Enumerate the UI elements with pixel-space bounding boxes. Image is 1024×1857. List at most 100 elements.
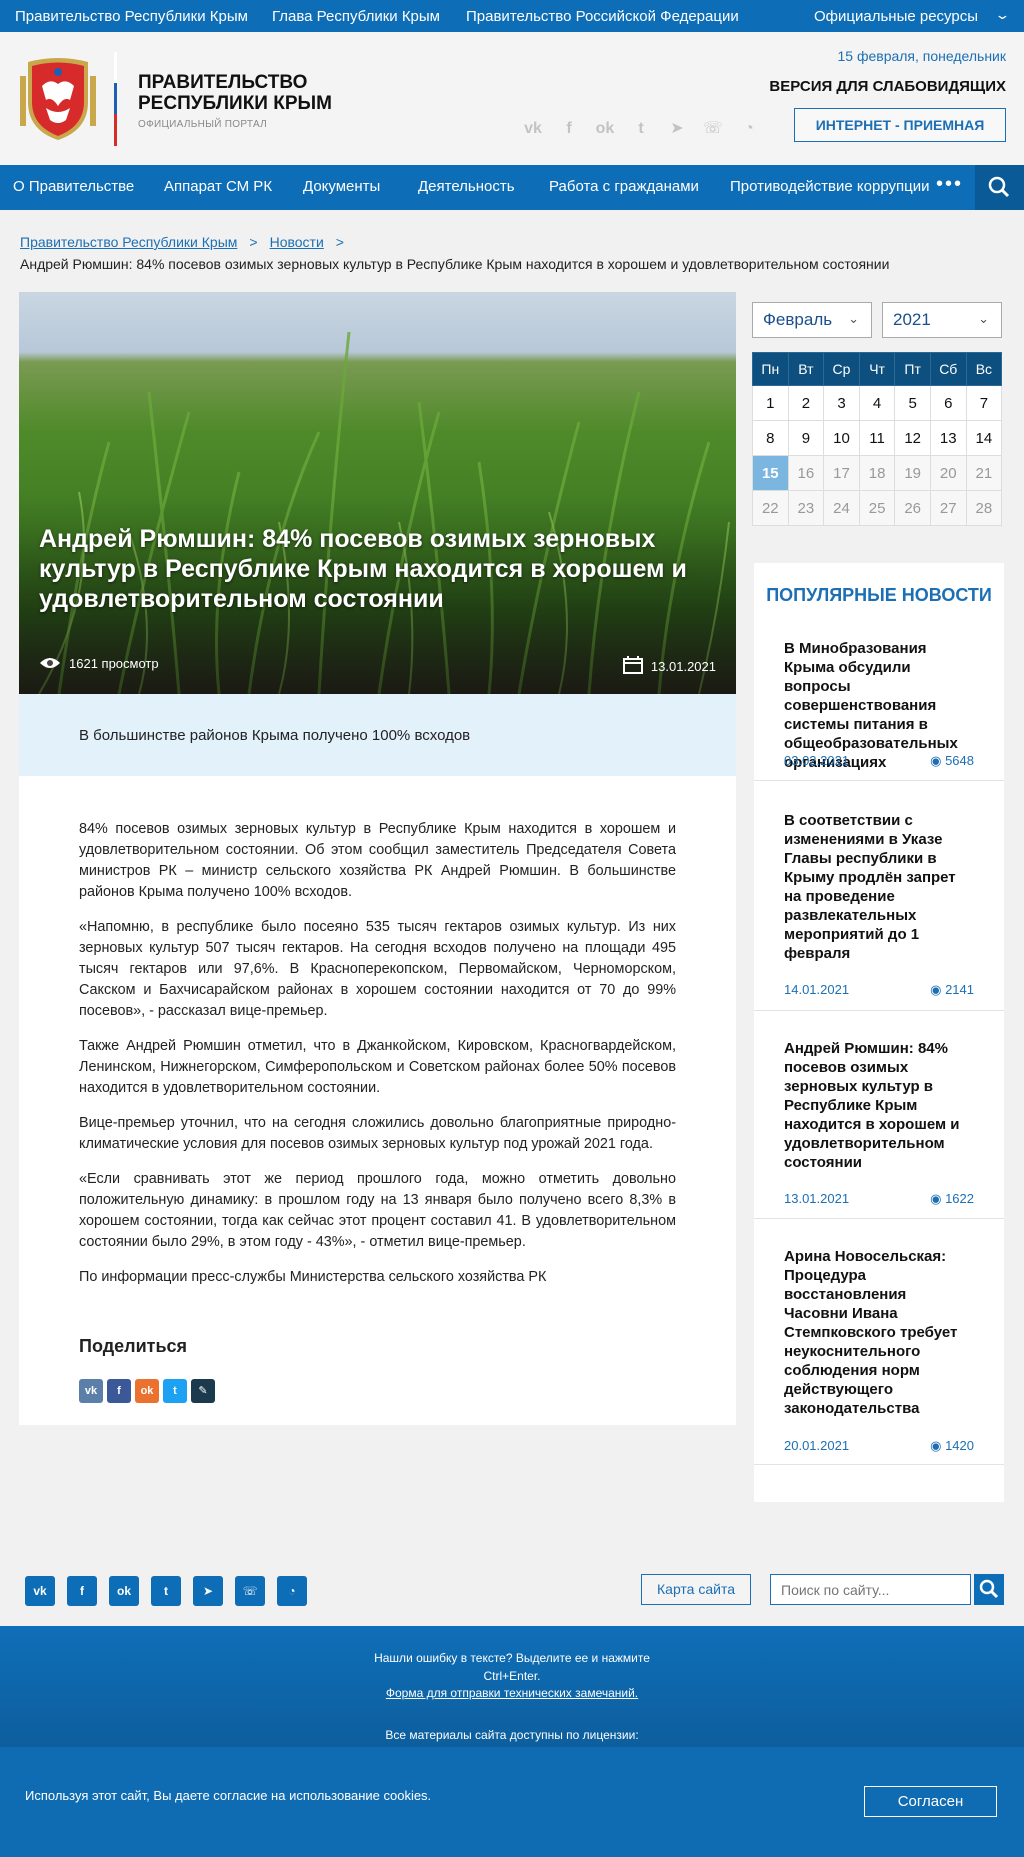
- rss-icon[interactable]: ◔: [738, 118, 760, 140]
- calendar-day[interactable]: 2: [787, 385, 825, 421]
- eye-icon: ◉: [930, 982, 946, 997]
- technical-feedback-link[interactable]: Форма для отправки технических замечаний…: [0, 1686, 1024, 1700]
- site-title-line1: ПРАВИТЕЛЬСТВО: [138, 72, 308, 93]
- popular-news-item[interactable]: Арина Новосельская: Процедура восстановл…: [754, 1247, 1004, 1465]
- popular-news-headline[interactable]: В соответствии с изменениями в Указе Гла…: [784, 811, 974, 963]
- weekday-header: Ср: [823, 352, 860, 386]
- livejournal-icon[interactable]: ✎: [191, 1379, 215, 1403]
- site-subtitle: ОФИЦИАЛЬНЫЙ ПОРТАЛ: [138, 119, 268, 130]
- nav-item-activity[interactable]: Деятельность: [418, 178, 515, 195]
- popular-news-item[interactable]: В Минобразования Крыма обсудили вопросы …: [754, 639, 1004, 781]
- popular-news-views: ◉ 5648: [930, 753, 974, 769]
- calendar-day[interactable]: 5: [894, 385, 931, 421]
- accessibility-version-link[interactable]: ВЕРСИЯ ДЛЯ СЛАБОВИДЯЩИХ: [769, 78, 1006, 95]
- calendar-day[interactable]: 8: [752, 420, 789, 456]
- calendar-day: 24: [823, 490, 860, 526]
- breadcrumb-separator: >: [249, 234, 258, 250]
- official-resources-dropdown[interactable]: Официальные ресурсы: [814, 8, 978, 25]
- twitter-icon[interactable]: t: [163, 1379, 187, 1403]
- odnoklassniki-icon[interactable]: ok: [109, 1576, 139, 1606]
- calendar-day[interactable]: 3: [823, 385, 860, 421]
- article-paragraph: «Напомню, в республике было посеяно 535 …: [79, 919, 676, 1019]
- top-bar: Правительство Республики Крым Глава Респ…: [0, 0, 1024, 32]
- twitter-icon[interactable]: t: [151, 1576, 181, 1606]
- vk-icon[interactable]: vk: [79, 1379, 103, 1403]
- breadcrumb-home[interactable]: Правительство Республики Крым: [20, 234, 237, 250]
- odnoklassniki-icon[interactable]: ok: [594, 118, 616, 140]
- calendar-day: 27: [929, 490, 967, 526]
- calendar-day: 23: [787, 490, 825, 526]
- calendar-day: 22: [752, 490, 789, 526]
- topbar-link-federal-government[interactable]: Правительство Российской Федерации: [466, 8, 739, 25]
- flag-stripe: [114, 52, 117, 146]
- month-select[interactable]: Февраль ⌄: [752, 302, 872, 338]
- telegram-icon[interactable]: ➤: [193, 1576, 223, 1606]
- odnoklassniki-icon[interactable]: ok: [135, 1379, 159, 1403]
- nav-item-documents[interactable]: Документы: [303, 178, 380, 195]
- breadcrumb-news[interactable]: Новости: [270, 234, 324, 250]
- calendar-day-today[interactable]: 15: [752, 455, 789, 491]
- popular-news-date: 20.01.2021: [784, 1438, 850, 1453]
- weekday-header: Чт: [858, 352, 896, 386]
- nav-item-anticorruption[interactable]: Противодействие коррупции: [730, 178, 929, 195]
- facebook-icon[interactable]: f: [107, 1379, 131, 1403]
- share-buttons: vk f ok t ✎: [79, 1379, 215, 1403]
- calendar-day[interactable]: 7: [965, 385, 1003, 421]
- vk-icon[interactable]: vk: [25, 1576, 55, 1606]
- search-button[interactable]: [975, 165, 1024, 210]
- popular-news-item[interactable]: Андрей Рюмшин: 84% посевов озимых зернов…: [754, 1039, 1004, 1219]
- chevron-down-icon[interactable]: ⌄: [994, 7, 1010, 23]
- calendar-day: 25: [858, 490, 896, 526]
- calendar-day[interactable]: 12: [894, 420, 931, 456]
- site-search-button[interactable]: [974, 1574, 1004, 1605]
- viber-icon[interactable]: ☏: [235, 1576, 265, 1606]
- crimea-emblem-icon[interactable]: [20, 56, 96, 142]
- article-paragraph: 84% посевов озимых зерновых культур в Ре…: [79, 821, 676, 900]
- popular-news-views-count: 1622: [945, 1191, 974, 1206]
- year-select-value: 2021: [893, 310, 931, 329]
- telegram-icon[interactable]: ➤: [666, 118, 688, 140]
- topbar-link-head[interactable]: Глава Республики Крым: [272, 8, 440, 25]
- rss-icon[interactable]: ◔: [277, 1576, 307, 1606]
- more-menu-icon[interactable]: •••: [936, 174, 963, 194]
- article-date-value: 13.01.2021: [650, 659, 716, 674]
- site-title-line2: РЕСПУБЛИКИ КРЫМ: [138, 93, 332, 114]
- cookie-accept-button[interactable]: Согласен: [864, 1786, 997, 1817]
- site-search-input[interactable]: [770, 1574, 971, 1605]
- calendar-day[interactable]: 14: [965, 420, 1003, 456]
- calendar-day: 17: [823, 455, 860, 491]
- calendar-day[interactable]: 4: [858, 385, 896, 421]
- nav-item-government[interactable]: О Правительстве: [13, 178, 134, 195]
- article-source: По информации пресс-службы Министерства …: [79, 1269, 547, 1285]
- topbar-link-government[interactable]: Правительство Республики Крым: [15, 8, 248, 25]
- twitter-icon[interactable]: t: [630, 118, 652, 140]
- popular-news-item[interactable]: В соответствии с изменениями в Указе Гла…: [754, 811, 1004, 1011]
- calendar-day[interactable]: 6: [929, 385, 967, 421]
- calendar-day[interactable]: 9: [787, 420, 825, 456]
- article-views: 1621 просмотр: [39, 656, 159, 671]
- popular-news-views: ◉ 1420: [930, 1438, 974, 1454]
- nav-item-apparatus[interactable]: Аппарат СМ РК: [164, 178, 272, 195]
- sitemap-button[interactable]: Карта сайта: [641, 1574, 751, 1605]
- article-text: 84% посевов озимых зерновых культур в Ре…: [79, 819, 676, 1302]
- popular-news-headline[interactable]: Андрей Рюмшин: 84% посевов озимых зернов…: [784, 1039, 974, 1172]
- year-select[interactable]: 2021 ⌄: [882, 302, 1002, 338]
- site-title[interactable]: ПРАВИТЕЛЬСТВО РЕСПУБЛИКИ КРЫМ: [138, 72, 332, 114]
- calendar-day[interactable]: 10: [823, 420, 860, 456]
- facebook-icon[interactable]: f: [558, 118, 580, 140]
- cookie-banner: Используя этот сайт, Вы даете согласие н…: [0, 1747, 1024, 1857]
- facebook-icon[interactable]: f: [67, 1576, 97, 1606]
- popular-news-title: ПОПУЛЯРНЫЕ НОВОСТИ: [766, 585, 992, 605]
- viber-icon[interactable]: ☏: [702, 118, 724, 140]
- internet-reception-button[interactable]: ИНТЕРНЕТ - ПРИЕМНАЯ: [794, 108, 1006, 142]
- vk-icon[interactable]: vk: [522, 118, 544, 140]
- calendar-day[interactable]: 13: [929, 420, 967, 456]
- month-select-value: Февраль: [763, 310, 833, 329]
- nav-item-citizens[interactable]: Работа с гражданами: [549, 178, 699, 195]
- popular-news-views: ◉ 1622: [930, 1191, 974, 1207]
- header-social-links: vk f ok t ➤ ☏ ◔: [522, 118, 760, 140]
- popular-news-headline[interactable]: Арина Новосельская: Процедура восстановл…: [784, 1247, 974, 1418]
- calendar-day[interactable]: 1: [752, 385, 789, 421]
- calendar-day[interactable]: 11: [858, 420, 896, 456]
- chevron-down-icon: ⌄: [978, 311, 989, 326]
